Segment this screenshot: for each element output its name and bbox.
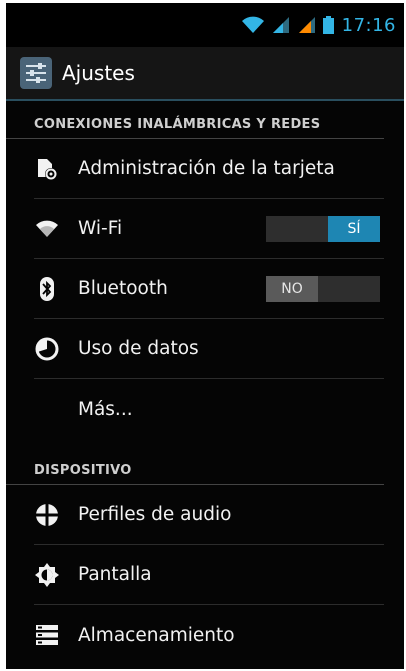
page-title: Ajustes (62, 61, 135, 85)
status-clock: 17:16 (341, 14, 396, 36)
bluetooth-toggle-label: NO (266, 275, 318, 302)
wifi-toggle-label: SÍ (328, 215, 380, 242)
row-label: Pantalla (78, 564, 152, 585)
wifi-icon (34, 216, 60, 242)
row-more[interactable]: Más... (34, 379, 384, 439)
display-icon (34, 562, 60, 588)
row-label: Wi-Fi (78, 218, 123, 239)
sim-card-icon (34, 156, 60, 182)
row-label: Más... (78, 398, 133, 420)
signal-icon-2 (297, 16, 317, 34)
row-label: Perfiles de audio (78, 504, 232, 525)
bluetooth-icon (34, 276, 60, 302)
audio-profiles-icon (34, 502, 60, 528)
row-label: Administración de la tarjeta (78, 158, 335, 179)
wifi-icon (241, 16, 265, 34)
section-header-wireless: CONEXIONES INALÁMBRICAS Y REDES (6, 101, 384, 139)
wifi-toggle[interactable]: SÍ (266, 215, 380, 242)
status-bar: 17:16 (6, 3, 404, 47)
row-bluetooth[interactable]: Bluetooth NO (34, 259, 384, 319)
signal-icon (271, 16, 291, 34)
storage-icon (34, 622, 60, 648)
battery-icon (322, 16, 334, 34)
data-usage-icon (34, 336, 60, 362)
row-label: Uso de datos (78, 338, 199, 359)
row-audio-profiles[interactable]: Perfiles de audio (34, 485, 384, 545)
row-card-management[interactable]: Administración de la tarjeta (34, 139, 384, 199)
action-bar: Ajustes (6, 47, 404, 101)
phone-screen: 17:16 Ajustes CONEXIONES INALÁMBRICAS Y … (6, 3, 404, 669)
bluetooth-toggle[interactable]: NO (266, 275, 380, 302)
row-storage[interactable]: Almacenamiento (34, 605, 384, 665)
row-display[interactable]: Pantalla (34, 545, 384, 605)
row-label: Bluetooth (78, 278, 168, 299)
settings-app-icon[interactable] (20, 57, 52, 89)
section-header-device: DISPOSITIVO (6, 439, 384, 485)
row-label: Almacenamiento (78, 624, 235, 646)
row-data-usage[interactable]: Uso de datos (34, 319, 384, 379)
row-wifi[interactable]: Wi-Fi SÍ (34, 199, 384, 259)
